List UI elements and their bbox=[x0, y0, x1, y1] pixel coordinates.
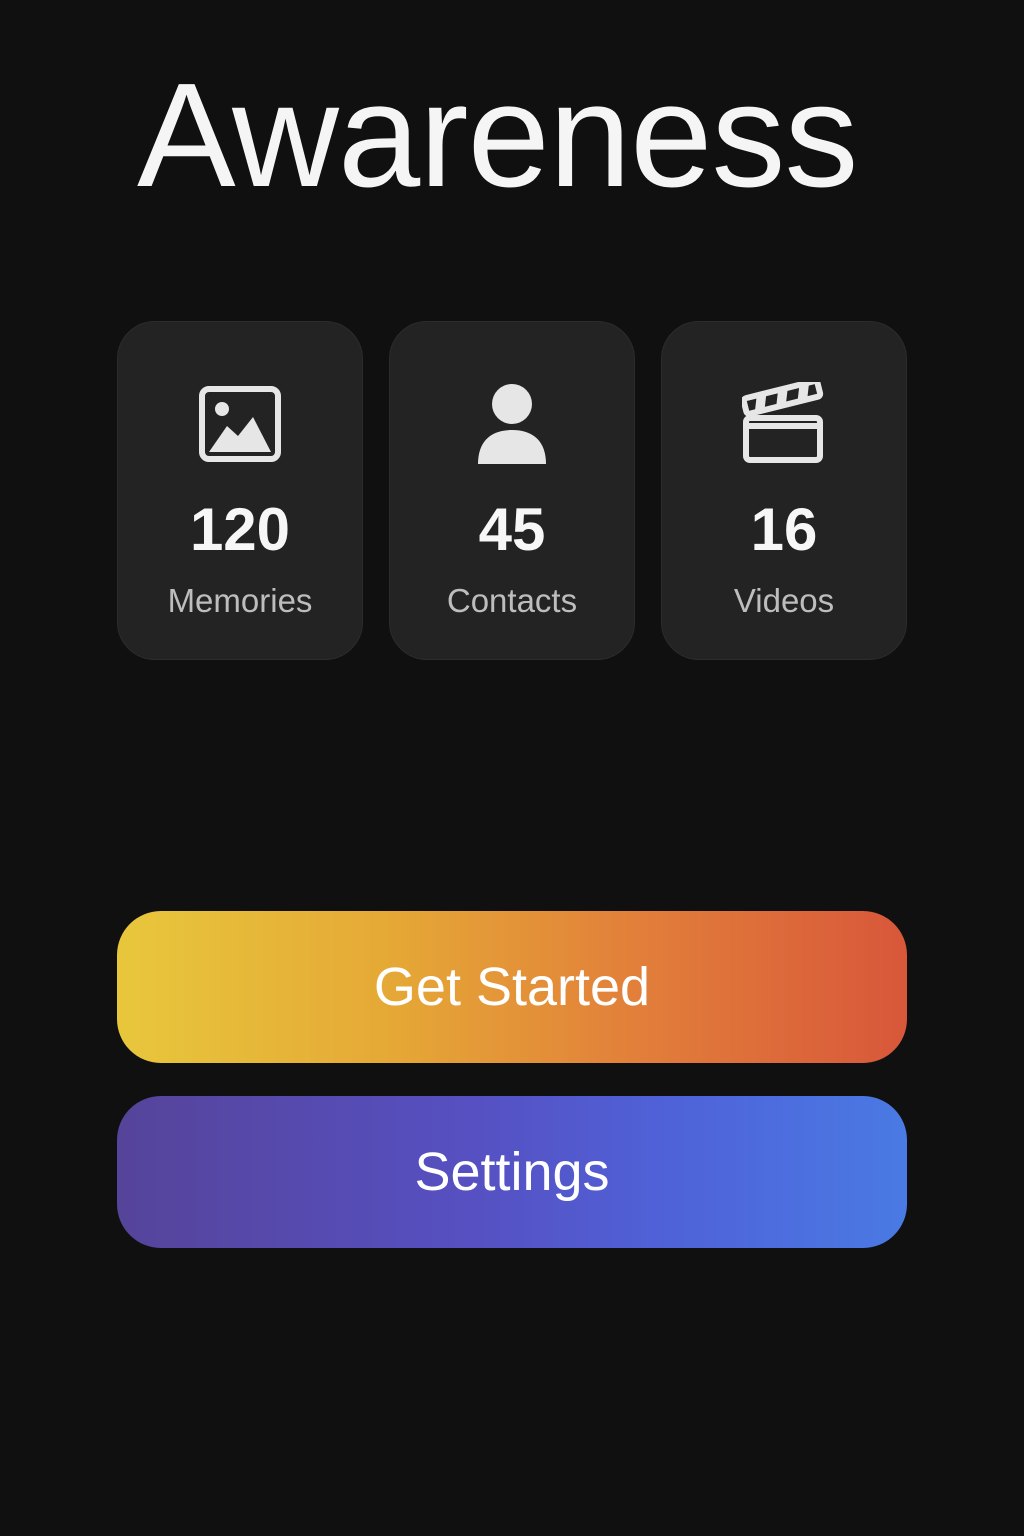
stats-row: 120 Memories 45 Contacts 16 Videos bbox=[117, 321, 907, 660]
memories-count: 120 bbox=[189, 496, 291, 563]
memories-label: Memories bbox=[167, 582, 313, 619]
image-icon bbox=[118, 382, 362, 466]
contacts-count: 45 bbox=[478, 496, 546, 563]
app-title: Awareness bbox=[137, 53, 858, 218]
get-started-button[interactable]: Get Started bbox=[117, 911, 907, 1063]
settings-button[interactable]: Settings bbox=[117, 1096, 907, 1248]
videos-label: Videos bbox=[733, 582, 835, 619]
person-icon bbox=[390, 382, 634, 466]
videos-card[interactable]: 16 Videos bbox=[661, 321, 907, 660]
memories-card[interactable]: 120 Memories bbox=[117, 321, 363, 660]
contacts-card[interactable]: 45 Contacts bbox=[389, 321, 635, 660]
contacts-label: Contacts bbox=[446, 582, 578, 619]
home-screen: Awareness 120 Memories 45 Contacts 16 Vi… bbox=[0, 0, 1024, 1536]
videos-count: 16 bbox=[750, 496, 818, 563]
clapperboard-icon bbox=[662, 382, 906, 466]
